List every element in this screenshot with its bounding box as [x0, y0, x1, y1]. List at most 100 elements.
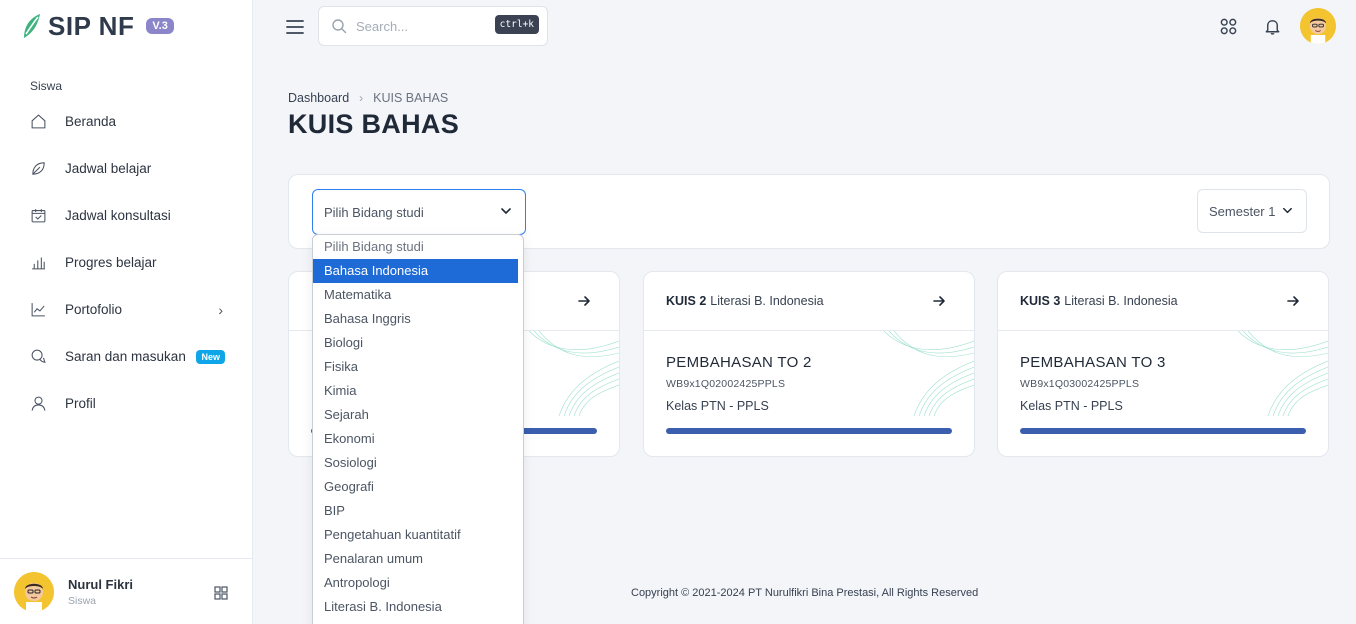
dropdown-option[interactable]: Geografi: [313, 475, 523, 499]
quiz-class: Kelas PTN - PPLS: [1020, 399, 1123, 413]
user-info: Nurul Fikri Siswa: [68, 577, 133, 607]
sidebar-item-beranda[interactable]: Beranda: [0, 98, 253, 145]
version-badge: V.3: [146, 18, 174, 34]
dropdown-option[interactable]: Sosiologi: [313, 451, 523, 475]
brand-logo[interactable]: SIP NF V.3: [22, 10, 174, 42]
dropdown-option[interactable]: Kimia: [313, 379, 523, 403]
bidang-studi-dropdown: Pilih Bidang studi Bahasa Indonesia Mate…: [312, 234, 524, 624]
quiz-progress-bar: [1020, 428, 1306, 434]
user-role: Siswa: [68, 594, 97, 607]
bidang-studi-value: Pilih Bidang studi: [324, 204, 424, 220]
quiz-number: KUIS 3: [1020, 294, 1061, 308]
quiz-card-body: PEMBAHASAN TO 3 WB9x1Q03002425PPLS Kelas…: [1020, 354, 1166, 413]
sidebar-item-jadwal-konsultasi[interactable]: Jadwal konsultasi: [0, 192, 253, 239]
search-icon: [332, 19, 347, 34]
wave-decoration: [1237, 331, 1328, 416]
quiz-card-header: KUIS 2 Literasi B. Indonesia: [644, 272, 974, 331]
notifications-button[interactable]: [1250, 6, 1294, 46]
sidebar-item-label: Profil: [65, 396, 96, 411]
new-badge: New: [196, 349, 225, 364]
sidebar-item-label: Portofolio: [65, 302, 123, 317]
quiz-card-3[interactable]: KUIS 3 Literasi B. Indonesia PEMBAHASAN …: [997, 271, 1329, 457]
layout-icon[interactable]: [213, 585, 229, 601]
avatar[interactable]: [14, 571, 54, 612]
arrow-right-icon[interactable]: [577, 294, 591, 308]
brand-name: SIP NF: [48, 10, 135, 41]
breadcrumb-separator: ›: [359, 91, 364, 105]
search-input[interactable]: [356, 18, 476, 34]
user-name: Nurul Fikri: [68, 576, 134, 592]
dropdown-option[interactable]: Antropologi: [313, 571, 523, 595]
dropdown-option[interactable]: Ekonomi: [313, 427, 523, 451]
sidebar: SIP NF V.3 Siswa Beranda Jadwal belajar …: [0, 0, 253, 624]
sidebar-item-jadwal-belajar[interactable]: Jadwal belajar: [0, 145, 253, 192]
sidebar-item-label: Beranda: [65, 114, 117, 129]
dropdown-option[interactable]: Pengetahuan kuantitatif: [313, 523, 523, 547]
dropdown-option[interactable]: Pilih Bidang studi: [313, 235, 523, 259]
dropdown-option[interactable]: Matematika: [313, 283, 523, 307]
dropdown-option[interactable]: Sejarah: [313, 403, 523, 427]
quiz-progress-bar: [666, 428, 952, 434]
dropdown-option[interactable]: Bahasa Inggris: [313, 307, 523, 331]
wave-decoration: [528, 331, 619, 416]
quiz-code: WB9x1Q02002425PPLS: [666, 378, 786, 390]
dropdown-option[interactable]: Literasi B. Indonesia: [313, 595, 523, 619]
avatar[interactable]: [1300, 8, 1336, 44]
chevron-down-icon: [501, 208, 511, 214]
dropdown-option[interactable]: Biologi: [313, 331, 523, 355]
chat-icon: [29, 348, 47, 366]
quiz-card-2[interactable]: KUIS 2 Literasi B. Indonesia PEMBAHASAN …: [643, 271, 975, 457]
quiz-subject: Literasi B. Indonesia: [1064, 294, 1178, 308]
sidebar-user-panel: Nurul Fikri Siswa: [0, 558, 253, 624]
sidebar-item-profil[interactable]: Profil: [0, 380, 253, 427]
quiz-title: PEMBAHASAN TO 2: [666, 354, 812, 371]
quiz-subject: Literasi B. Indonesia: [710, 294, 824, 308]
chevron-right-icon: ›: [218, 301, 223, 318]
brand-leaf-icon: [24, 14, 40, 38]
sidebar-item-saran-dan-masukan[interactable]: Saran dan masukan New: [0, 333, 253, 380]
bidang-studi-select[interactable]: Pilih Bidang studi: [312, 189, 526, 235]
wave-decoration: [883, 331, 974, 416]
calendar-check-icon: [29, 207, 47, 225]
quiz-number: KUIS 2: [666, 294, 707, 308]
quiz-card-header: KUIS 3 Literasi B. Indonesia: [998, 272, 1328, 331]
sidebar-item-label: Jadwal belajar: [65, 161, 152, 176]
user-icon: [29, 395, 47, 413]
sidebar-nav: Beranda Jadwal belajar Jadwal konsultasi…: [0, 98, 253, 427]
dropdown-option[interactable]: BIP: [313, 499, 523, 523]
sidebar-section-label: Siswa: [30, 79, 63, 93]
home-icon: [29, 113, 47, 131]
quiz-title: PEMBAHASAN TO 3: [1020, 354, 1166, 371]
breadcrumb: Dashboard › KUIS BAHAS: [288, 91, 448, 105]
line-chart-icon: [29, 301, 47, 319]
arrow-right-icon[interactable]: [1286, 294, 1300, 308]
sidebar-item-label: Progres belajar: [65, 255, 157, 270]
breadcrumb-dashboard[interactable]: Dashboard: [288, 91, 349, 105]
bell-icon: [1265, 19, 1279, 35]
sidebar-item-progres-belajar[interactable]: Progres belajar: [0, 239, 253, 286]
semester-select[interactable]: Semester 1: [1197, 189, 1307, 233]
quiz-code: WB9x1Q03002425PPLS: [1020, 378, 1140, 390]
dropdown-option-selected[interactable]: Bahasa Indonesia: [313, 259, 518, 283]
copyright-text: Copyright © 2021-2024 PT Nurulfikri Bina…: [631, 587, 979, 599]
search-box[interactable]: ctrl+k: [318, 6, 548, 46]
chevron-down-icon: [1283, 207, 1292, 214]
dropdown-option[interactable]: Fisika: [313, 355, 523, 379]
shortcut-hint: ctrl+k: [494, 15, 539, 34]
arrow-right-icon[interactable]: [932, 294, 946, 308]
sidebar-item-portofolio[interactable]: Portofolio ›: [0, 286, 253, 333]
quiz-class: Kelas PTN - PPLS: [666, 399, 769, 413]
dropdown-option[interactable]: Penalaran umum: [313, 547, 523, 571]
quiz-card-body: PEMBAHASAN TO 2 WB9x1Q02002425PPLS Kelas…: [666, 354, 812, 413]
apps-button[interactable]: [1206, 6, 1250, 46]
leaf-icon: [29, 160, 47, 178]
semester-value: Semester 1: [1209, 203, 1276, 219]
bar-chart-icon: [29, 254, 47, 272]
sidebar-item-label: Jadwal konsultasi: [65, 208, 171, 223]
breadcrumb-current: KUIS BAHAS: [373, 91, 449, 105]
sidebar-item-label: Saran dan masukan: [65, 349, 186, 364]
apps-grid-icon: [1220, 18, 1236, 34]
topbar-actions: [1206, 6, 1336, 46]
hamburger-menu-icon[interactable]: [285, 17, 305, 37]
page-title: KUIS BAHAS: [288, 109, 460, 139]
